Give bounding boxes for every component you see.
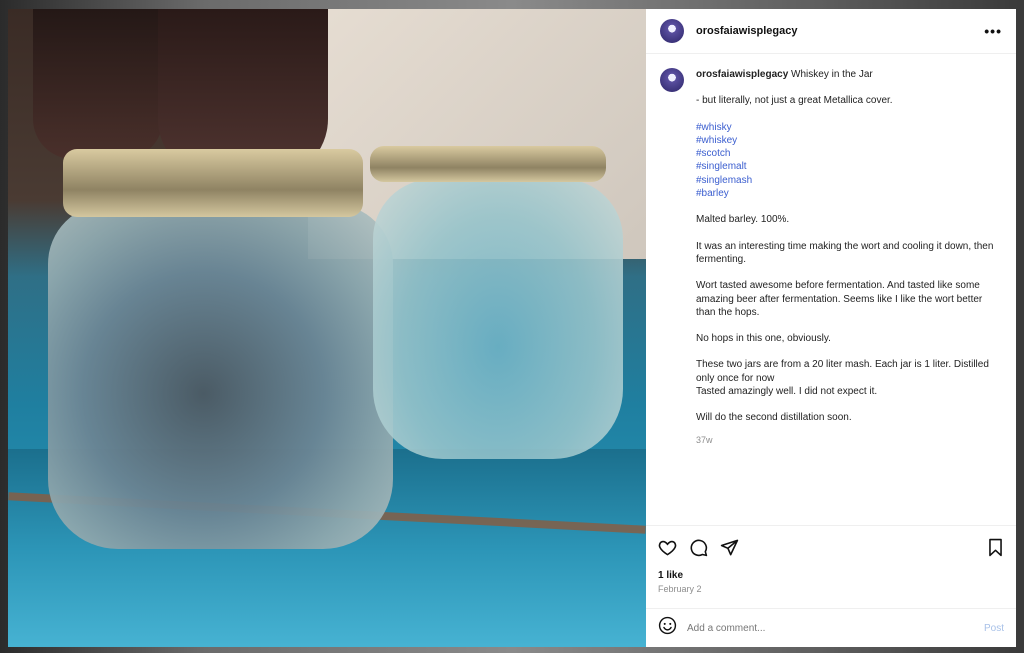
hashtag-link[interactable]: #singlemalt bbox=[696, 160, 1002, 173]
photo-bottle bbox=[33, 9, 163, 159]
photo-jar-small bbox=[373, 179, 623, 459]
bookmark-icon[interactable] bbox=[987, 538, 1004, 557]
post-sidebar: orosfaiawisplegacy ••• orosfaiawisplegac… bbox=[646, 9, 1016, 647]
action-icons bbox=[658, 534, 1004, 560]
caption-paragraph: No hops in this one, obviously. bbox=[696, 333, 831, 345]
hashtag-link[interactable]: #whiskey bbox=[696, 134, 1002, 147]
action-bar: 1 like February 2 bbox=[646, 525, 1016, 594]
comment-bar: Add a comment... Post bbox=[646, 608, 1016, 647]
photo-jar-large bbox=[48, 204, 393, 549]
caption-text: orosfaiawisplegacy Whiskey in the Jar - … bbox=[696, 68, 1002, 525]
caption-line: Tasted amazingly well. I did not expect … bbox=[696, 386, 878, 398]
caption-line: These two jars are from a 20 liter mash.… bbox=[696, 359, 989, 384]
post-photo bbox=[8, 9, 646, 647]
hashtag-link[interactable]: #whisky bbox=[696, 121, 1002, 134]
caption-paragraph: - but literally, not just a great Metall… bbox=[696, 95, 893, 107]
username-link[interactable]: orosfaiawisplegacy bbox=[696, 25, 798, 37]
avatar[interactable] bbox=[660, 68, 684, 92]
photo-lid-large bbox=[63, 149, 363, 217]
caption-username[interactable]: orosfaiawisplegacy bbox=[696, 69, 788, 80]
post-modal: orosfaiawisplegacy ••• orosfaiawisplegac… bbox=[8, 9, 1016, 647]
post-age[interactable]: 37w bbox=[696, 434, 1002, 447]
more-options-button[interactable]: ••• bbox=[984, 23, 1002, 39]
caption-paragraph: Wort tasted awesome before fermentation.… bbox=[696, 280, 983, 318]
caption-title-line: orosfaiawisplegacy Whiskey in the Jar bbox=[696, 68, 1002, 81]
photo-lid-small bbox=[370, 146, 606, 182]
post-comment-button[interactable]: Post bbox=[984, 623, 1004, 634]
hashtag-link[interactable]: #barley bbox=[696, 187, 1002, 200]
post-date: February 2 bbox=[658, 584, 702, 594]
comment-icon[interactable] bbox=[689, 538, 708, 557]
emoji-icon[interactable] bbox=[658, 616, 677, 640]
post-header: orosfaiawisplegacy ••• bbox=[646, 9, 1016, 54]
hashtag-list: #whisky #whiskey #scotch #singlemalt #si… bbox=[696, 121, 1002, 201]
comment-input[interactable]: Add a comment... bbox=[687, 623, 765, 634]
caption-paragraph: These two jars are from a 20 liter mash.… bbox=[696, 358, 1002, 398]
caption-title: Whiskey in the Jar bbox=[791, 69, 873, 80]
like-count[interactable]: 1 like bbox=[658, 570, 1004, 581]
avatar[interactable] bbox=[660, 19, 684, 43]
hashtag-link[interactable]: #scotch bbox=[696, 147, 1002, 160]
caption-paragraph: Malted barley. 100%. bbox=[696, 214, 790, 226]
hashtag-link[interactable]: #singlemash bbox=[696, 174, 1002, 187]
caption-paragraph: Will do the second distillation soon. bbox=[696, 412, 852, 424]
caption-paragraph: It was an interesting time making the wo… bbox=[696, 240, 994, 265]
caption-area: orosfaiawisplegacy Whiskey in the Jar - … bbox=[646, 54, 1016, 525]
share-icon[interactable] bbox=[720, 538, 739, 557]
heart-icon[interactable] bbox=[658, 538, 677, 557]
